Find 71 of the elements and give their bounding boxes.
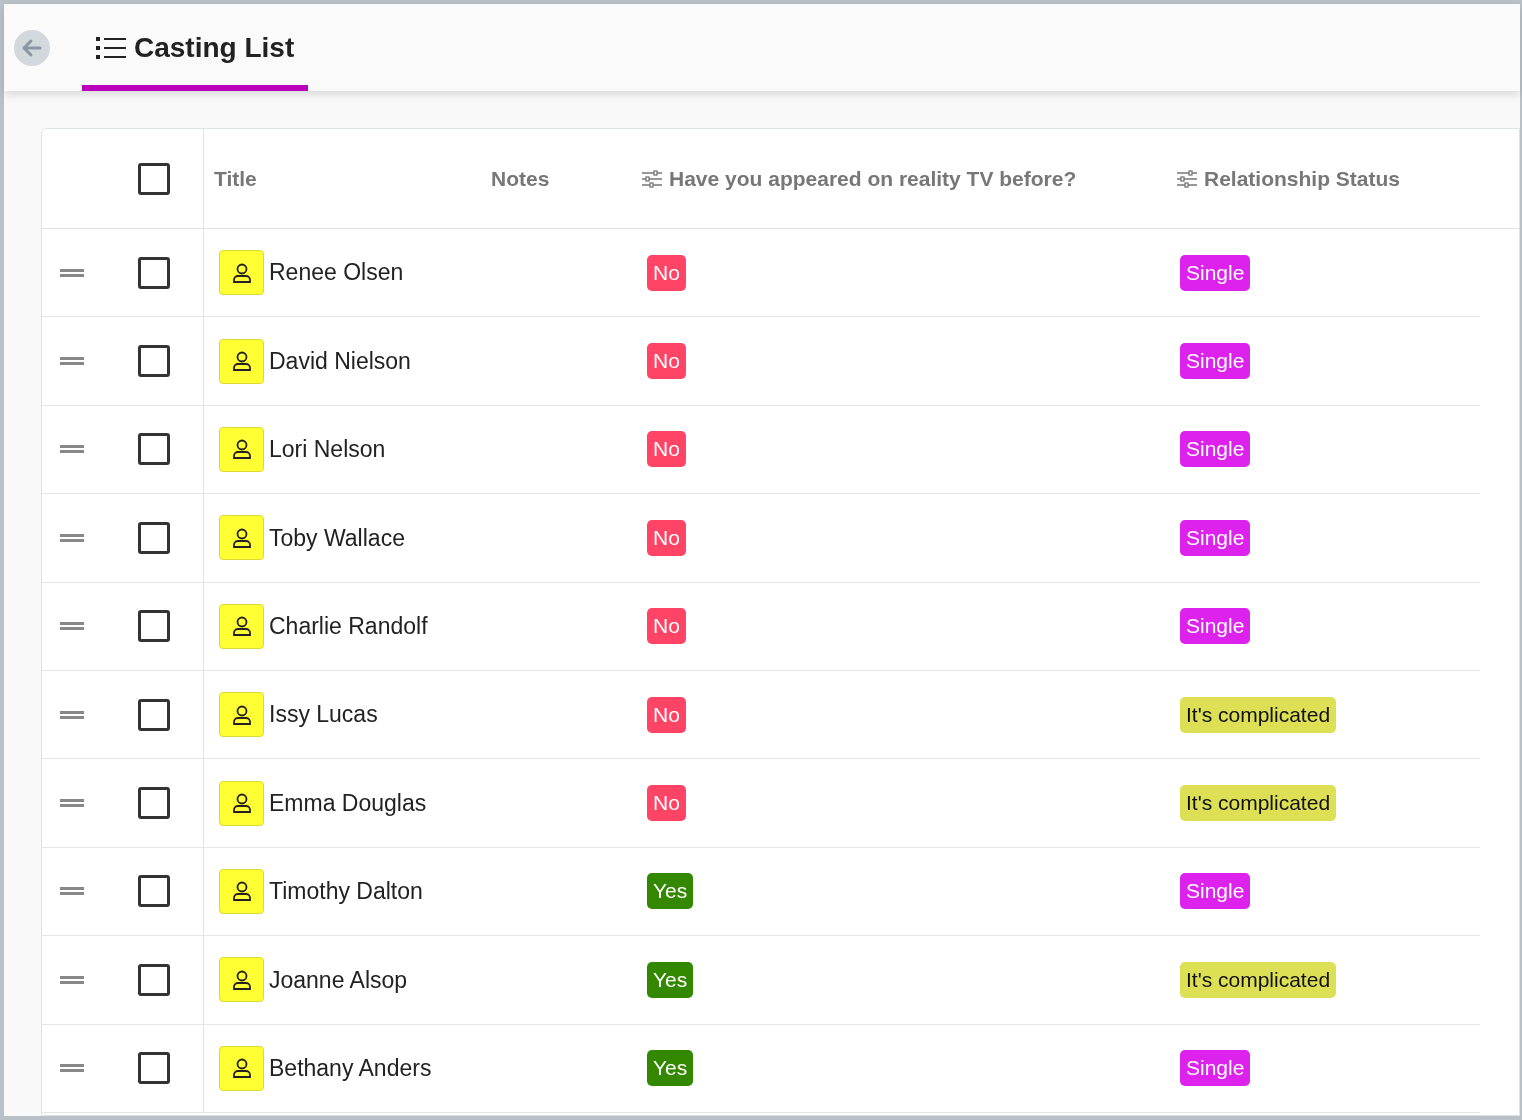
tag: Single: [1180, 1050, 1251, 1087]
checkbox[interactable]: [137, 610, 170, 643]
tag: Yes: [647, 961, 694, 998]
back-button[interactable]: [14, 29, 50, 66]
person-name: Toby Wallace: [269, 523, 405, 553]
title-tab[interactable]: Casting List: [82, 4, 309, 91]
drag-handle-icon[interactable]: [60, 356, 84, 367]
tag: Single: [1180, 608, 1251, 645]
column-header[interactable]: Have you appeared on reality TV before?: [669, 162, 1077, 195]
person-name: Charlie Randolf: [269, 612, 428, 641]
person-name: Timothy Dalton: [269, 877, 423, 907]
page-title: Casting List: [134, 30, 295, 65]
person-name: Renee Olsen: [269, 258, 404, 288]
tag: It's complicated: [1180, 696, 1337, 733]
checkbox[interactable]: [137, 162, 170, 195]
checkbox[interactable]: [137, 875, 170, 908]
tag: Yes: [647, 873, 694, 910]
checkbox[interactable]: [137, 521, 170, 554]
person-icon: [219, 515, 264, 561]
column-header[interactable]: Notes: [491, 162, 550, 195]
tag: No: [647, 785, 686, 822]
checkbox[interactable]: [137, 433, 170, 466]
drag-handle-icon[interactable]: [60, 532, 84, 543]
tag: No: [647, 608, 686, 645]
checkbox[interactable]: [137, 787, 170, 820]
tag: Single: [1180, 343, 1251, 380]
person-icon: [219, 868, 264, 914]
person-icon: [219, 957, 264, 1003]
drag-handle-icon[interactable]: [60, 974, 84, 985]
column-header[interactable]: Title: [214, 162, 257, 195]
person-name: Issy Lucas: [269, 700, 378, 730]
tag: No: [647, 519, 686, 556]
person-name: Emma Douglas: [269, 788, 427, 818]
person-name: Joanne Alsop: [269, 965, 408, 995]
column-header[interactable]: Relationship Status: [1204, 162, 1401, 195]
drag-handle-icon[interactable]: [60, 798, 84, 809]
sliders-icon: [1176, 169, 1198, 188]
person-name: Lori Nelson: [269, 435, 386, 465]
person-icon: [219, 780, 264, 826]
drag-handle-icon[interactable]: [60, 709, 84, 720]
person-icon: [219, 1045, 264, 1091]
person-icon: [219, 692, 264, 738]
drag-handle-icon[interactable]: [60, 886, 84, 897]
person-icon: [219, 426, 264, 472]
drag-handle-icon[interactable]: [60, 1063, 84, 1074]
tag: No: [647, 696, 686, 733]
person-name: Bethany Anders: [269, 1053, 432, 1083]
checkbox[interactable]: [137, 698, 170, 731]
checkbox[interactable]: [137, 1052, 170, 1085]
drag-handle-icon[interactable]: [60, 267, 84, 278]
tag: Single: [1180, 254, 1251, 291]
person-icon: [219, 603, 264, 649]
tag: No: [647, 343, 686, 380]
tag: It's complicated: [1180, 961, 1337, 998]
list-icon: [96, 35, 126, 60]
tag: Single: [1180, 519, 1251, 556]
drag-handle-icon[interactable]: [60, 621, 84, 632]
drag-handle-icon[interactable]: [60, 444, 84, 455]
person-name: David Nielson: [269, 346, 411, 376]
tag: It's complicated: [1180, 785, 1337, 822]
tag: Yes: [647, 1050, 694, 1087]
person-icon: [219, 250, 264, 296]
checkbox[interactable]: [137, 345, 170, 378]
tag: No: [647, 431, 686, 468]
tag: Single: [1180, 431, 1251, 468]
person-icon: [219, 338, 264, 384]
checkbox[interactable]: [137, 256, 170, 289]
tag: Single: [1180, 873, 1251, 910]
sliders-icon: [641, 169, 663, 188]
tag: No: [647, 254, 686, 291]
checkbox[interactable]: [137, 963, 170, 996]
